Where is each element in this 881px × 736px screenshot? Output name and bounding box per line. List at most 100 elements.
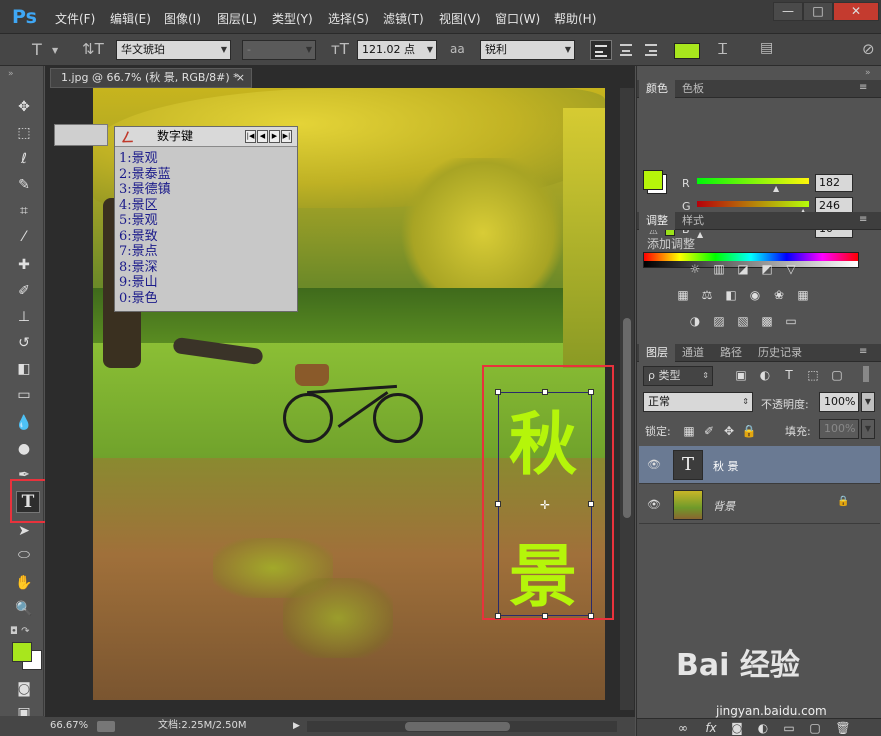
quick-mask-icon[interactable]: ◙ — [12, 678, 36, 700]
vertical-scrollbar[interactable] — [620, 88, 634, 710]
new-layer-icon[interactable]: ▢ — [807, 721, 823, 735]
lock-transparent-icon[interactable]: ▦ — [681, 424, 697, 438]
opacity-input[interactable]: 100% — [819, 392, 859, 412]
status-share-icon[interactable] — [97, 721, 115, 732]
ime-candidate[interactable]: 4:景区 — [119, 199, 158, 212]
blend-mode-select[interactable]: 正常 ⇕ — [643, 392, 753, 412]
align-right-button[interactable] — [640, 40, 662, 60]
zoom-level[interactable]: 66.67% — [50, 717, 88, 735]
ime-candidate[interactable]: 1:景观 — [119, 152, 158, 165]
color-spectrum[interactable] — [643, 252, 859, 268]
transform-handle[interactable] — [495, 501, 501, 507]
panel-menu-icon[interactable]: ≡ — [859, 214, 867, 225]
healing-icon[interactable]: ✚ — [12, 254, 36, 276]
ime-candidate-window[interactable]: ㄥ 数字键 |◀ ◀ ▶ ▶| 1:景观 2:景泰蓝 3:景德镇 4:景区 5:… — [114, 126, 298, 312]
menu-file[interactable]: 文件(F) — [55, 10, 95, 27]
ime-last-button[interactable]: ▶| — [281, 130, 292, 143]
tab-history[interactable]: 历史记录 — [751, 344, 809, 362]
history-brush-icon[interactable]: ↺ — [12, 332, 36, 354]
transform-handle[interactable] — [542, 613, 548, 619]
ime-candidate[interactable]: 0:景色 — [119, 292, 158, 305]
color-lookup-icon[interactable]: ▦ — [795, 288, 811, 302]
ime-candidate[interactable]: 5:景观 — [119, 214, 158, 227]
collapse-icon[interactable]: » — [8, 69, 14, 79]
tab-layers[interactable]: 图层 — [639, 344, 675, 362]
text-orientation-icon[interactable]: ⇅T — [82, 40, 104, 58]
transform-handle[interactable] — [588, 389, 594, 395]
font-size-select[interactable]: 121.02 点 ▼ — [357, 40, 437, 60]
antialias-select[interactable]: 锐利 ▼ — [480, 40, 575, 60]
mask-icon[interactable]: ◙ — [729, 721, 745, 735]
lock-paint-icon[interactable]: ✐ — [701, 424, 717, 438]
tab-paths[interactable]: 路径 — [713, 344, 749, 362]
menu-type[interactable]: 类型(Y) — [272, 10, 313, 27]
hand-icon[interactable]: ✋ — [12, 572, 36, 594]
black-white-icon[interactable]: ◧ — [723, 288, 739, 302]
transform-handle[interactable] — [542, 389, 548, 395]
layer-filter-select[interactable]: ρ 类型 ⇕ — [643, 366, 713, 386]
ime-candidate[interactable]: 6:景致 — [119, 230, 158, 243]
zoom-icon[interactable]: 🔍 — [12, 598, 36, 620]
folder-icon[interactable]: ▭ — [781, 721, 797, 735]
foreground-color-swatch[interactable] — [12, 642, 32, 662]
g-slider[interactable] — [697, 201, 809, 207]
font-family-select[interactable]: 华文琥珀 ▼ — [116, 40, 231, 60]
fill-input[interactable]: 100% — [819, 419, 859, 439]
brush-icon[interactable]: ✐ — [12, 280, 36, 302]
tab-styles[interactable]: 样式 — [675, 212, 711, 230]
move-icon[interactable]: ✥ — [12, 96, 36, 118]
layer-name[interactable]: 背景 — [713, 498, 735, 514]
fx-icon[interactable]: fx — [703, 721, 719, 735]
hue-sat-icon[interactable]: ▦ — [675, 288, 691, 302]
tab-adjustments[interactable]: 调整 — [639, 212, 675, 230]
ime-candidate[interactable]: 8:景深 — [119, 261, 158, 274]
visibility-eye-icon[interactable]: 👁 — [647, 458, 661, 471]
document-tab[interactable]: 1.jpg @ 66.7% (秋 景, RGB/8#) * × — [50, 68, 252, 88]
visibility-eye-icon[interactable]: 👁 — [647, 498, 661, 511]
layer-name[interactable]: 秋 景 — [713, 458, 739, 474]
stamp-icon[interactable]: ⊥ — [12, 306, 36, 328]
r-slider[interactable] — [697, 178, 809, 184]
filter-type-icon[interactable]: T — [781, 368, 797, 382]
menu-filter[interactable]: 滤镜(T) — [383, 10, 424, 27]
scroll-thumb[interactable] — [623, 318, 631, 518]
quick-select-icon[interactable]: ✎ — [12, 174, 36, 196]
filter-smart-icon[interactable]: ▢ — [829, 368, 845, 382]
transform-handle[interactable] — [588, 501, 594, 507]
blur-icon[interactable]: 💧 — [12, 412, 36, 434]
ime-candidate[interactable]: 3:景德镇 — [119, 183, 171, 196]
close-window-button[interactable]: ✕ — [833, 2, 879, 21]
minimize-button[interactable]: — — [773, 2, 803, 21]
tab-color[interactable]: 颜色 — [639, 80, 675, 98]
levels-icon[interactable]: ▥ — [711, 262, 727, 276]
ellipse-icon[interactable]: ⬭ — [12, 544, 36, 566]
menu-help[interactable]: 帮助(H) — [554, 10, 596, 27]
layer-row-background[interactable]: 👁 背景 🔒 — [639, 486, 880, 524]
photo-filter-icon[interactable]: ◉ — [747, 288, 763, 302]
scroll-thumb[interactable] — [405, 722, 510, 731]
type-tool-preset-icon[interactable]: T — [32, 40, 42, 59]
adjustment-layer-icon[interactable]: ◐ — [755, 721, 771, 735]
filter-adjust-icon[interactable]: ◐ — [757, 368, 773, 382]
ime-candidate[interactable]: 9:景山 — [119, 276, 158, 289]
marquee-icon[interactable]: ⬚ — [12, 122, 36, 144]
channel-mixer-icon[interactable]: ❀ — [771, 288, 787, 302]
filter-pixel-icon[interactable]: ▣ — [733, 368, 749, 382]
transform-handle[interactable] — [588, 613, 594, 619]
ime-candidate[interactable]: 7:景点 — [119, 245, 158, 258]
close-tab-icon[interactable]: × — [236, 69, 245, 87]
ime-next-button[interactable]: ▶ — [269, 130, 280, 143]
eyedropper-icon[interactable]: ⁄ — [12, 226, 36, 248]
curves-icon[interactable]: ◪ — [735, 262, 751, 276]
ime-candidate[interactable]: 2:景泰蓝 — [119, 168, 171, 181]
trash-icon[interactable]: 🗑 — [835, 721, 851, 735]
status-menu-arrow-icon[interactable]: ▶ — [293, 717, 300, 735]
lasso-icon[interactable]: ℓ — [12, 148, 36, 170]
menu-edit[interactable]: 编辑(E) — [110, 10, 151, 27]
expand-panels-icon[interactable]: » — [865, 68, 871, 78]
doc-info[interactable]: 文档:2.25M/2.50M — [158, 717, 247, 735]
layer-row-text[interactable]: 👁 T 秋 景 — [639, 446, 880, 484]
invert-icon[interactable]: ◑ — [687, 314, 703, 328]
brightness-icon[interactable]: ☼ — [687, 262, 703, 276]
posterize-icon[interactable]: ▨ — [711, 314, 727, 328]
